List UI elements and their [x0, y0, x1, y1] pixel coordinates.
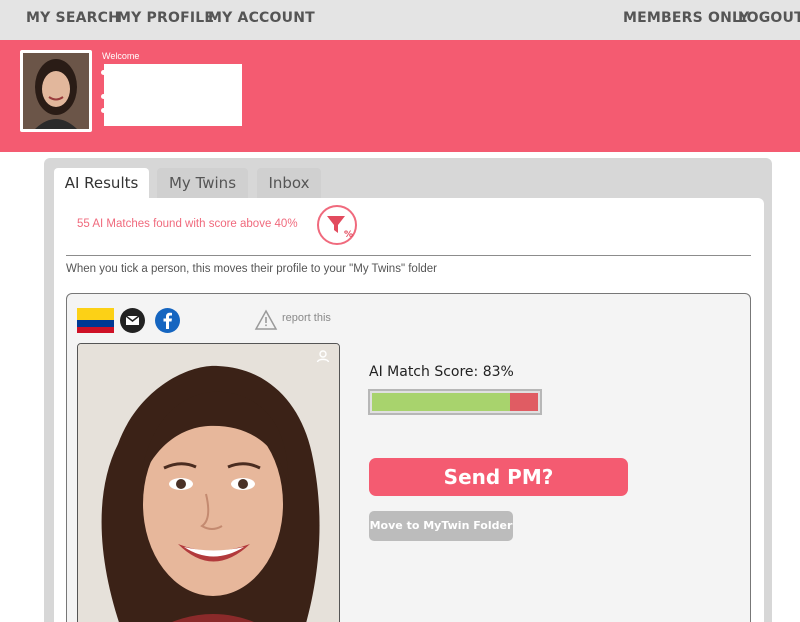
nav-my-search[interactable]: MY SEARCH: [26, 10, 120, 26]
facebook-icon[interactable]: [155, 308, 180, 333]
welcome-header: Welcome: [0, 40, 800, 152]
matches-count-text: 55 AI Matches found with score above 40%: [77, 218, 298, 230]
nav-my-profile[interactable]: MY PROFILE: [117, 10, 214, 26]
tab-inbox[interactable]: Inbox: [257, 168, 321, 200]
redacted-user-info: [104, 64, 242, 126]
filter-percent-icon[interactable]: %: [317, 205, 357, 245]
send-pm-button[interactable]: Send PM?: [369, 458, 628, 496]
tick-hint-text: When you tick a person, this moves their…: [66, 263, 437, 275]
match-score-fill: [372, 393, 510, 411]
ai-match-score-label: AI Match Score: 83%: [369, 364, 514, 380]
welcome-label: Welcome: [102, 51, 140, 61]
move-to-mytwin-button[interactable]: Move to MyTwin Folder: [369, 511, 513, 541]
user-icon[interactable]: [316, 349, 330, 368]
warning-icon[interactable]: [254, 309, 278, 336]
match-score-remainder: [510, 393, 538, 411]
nav-members-only[interactable]: MEMBERS ONLY: [623, 10, 749, 26]
tab-my-twins[interactable]: My Twins: [157, 168, 248, 200]
profile-photo[interactable]: [77, 343, 340, 622]
divider: [66, 255, 751, 256]
nav-my-account[interactable]: MY ACCOUNT: [208, 10, 315, 26]
colombia-flag-icon: [77, 308, 114, 333]
match-score-bar: [368, 389, 542, 415]
avatar[interactable]: [20, 50, 92, 132]
email-icon[interactable]: [120, 308, 145, 333]
tab-ai-results[interactable]: AI Results: [54, 168, 149, 202]
top-nav: MY SEARCH MY PROFILE MY ACCOUNT MEMBERS …: [0, 0, 800, 40]
report-link[interactable]: report this: [282, 312, 331, 324]
nav-logout[interactable]: LOGOUT: [738, 10, 800, 26]
svg-text:%: %: [344, 230, 353, 240]
